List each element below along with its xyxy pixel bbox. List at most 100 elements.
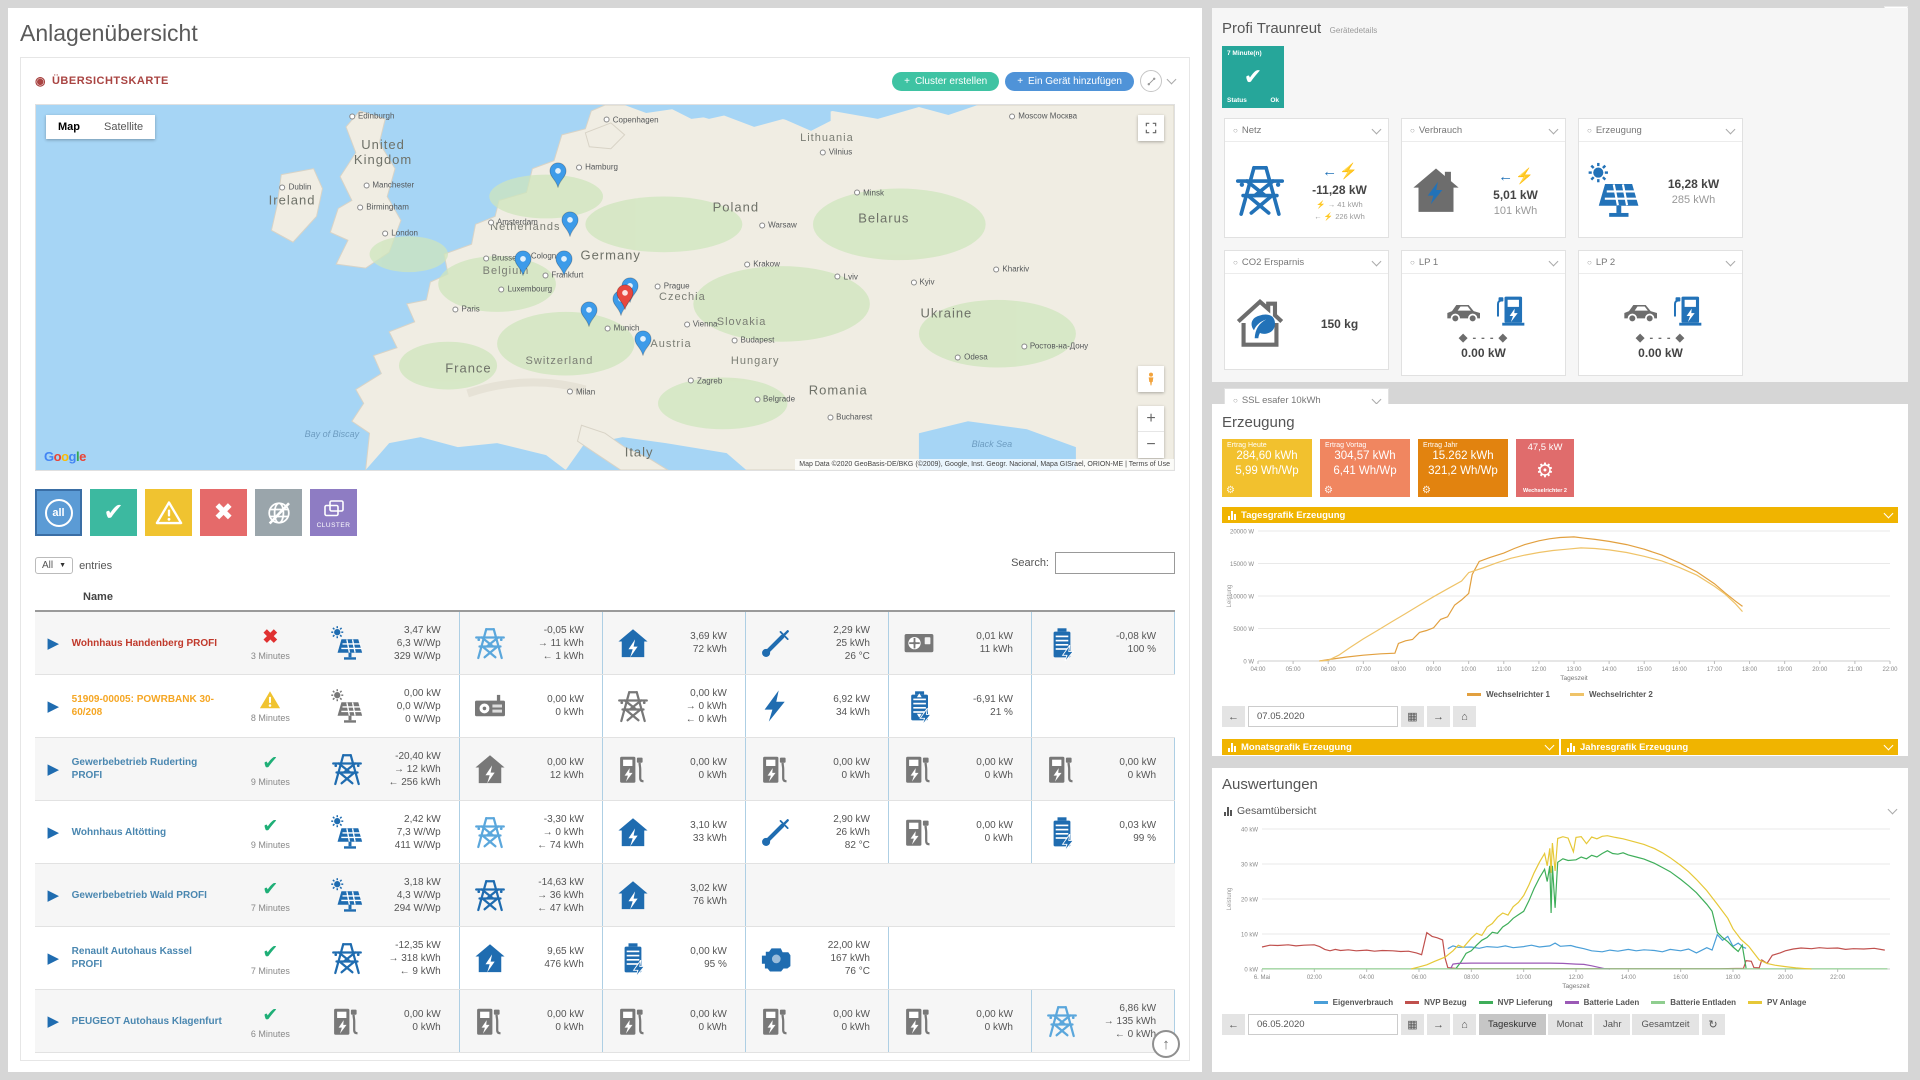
calendar-icon[interactable]: ▦ bbox=[1401, 706, 1424, 727]
pegman-button[interactable] bbox=[1138, 366, 1164, 392]
play-button[interactable]: ▶ bbox=[35, 927, 72, 989]
home-button[interactable]: ⌂ bbox=[1453, 1014, 1476, 1035]
inverter-label: Wechselrichter 2 bbox=[1523, 488, 1567, 494]
cell-value-line: 12 kWh bbox=[508, 769, 584, 782]
device-card-netz[interactable]: ○Netz← ⚡-11,28 kW⚡ → 41 kWh← ⚡ 226 kWh bbox=[1224, 118, 1389, 238]
zoom-in-button[interactable]: + bbox=[1138, 406, 1164, 432]
collapsed-graph-bar[interactable]: Monatsgrafik Erzeugung bbox=[1222, 739, 1559, 755]
device-details-panel: Profi Traunreut Gerätedetails 7 Minute(n… bbox=[1212, 8, 1908, 382]
plant-name-link[interactable]: Wohnhaus Altötting bbox=[72, 801, 224, 863]
refresh-button[interactable]: ↻ bbox=[1702, 1014, 1725, 1035]
table-row[interactable]: ▶Renault Autohaus Kassel PROFI✔7 Minutes… bbox=[35, 927, 1175, 990]
plant-name-link[interactable]: Renault Autohaus Kassel PROFI bbox=[72, 927, 224, 989]
plant-name-link[interactable]: 51909-00005: POWRBANK 30-60/208 bbox=[72, 675, 224, 737]
status-tile[interactable]: 7 Minute(n) ✔ Status Ok bbox=[1222, 46, 1284, 108]
scroll-top-button[interactable]: ↑ bbox=[1152, 1030, 1180, 1058]
play-button[interactable]: ▶ bbox=[35, 990, 72, 1052]
play-button[interactable]: ▶ bbox=[35, 864, 72, 926]
status-tile-label: Status bbox=[1227, 97, 1247, 104]
search-input[interactable] bbox=[1055, 552, 1175, 574]
device-card-co2-ersparnis[interactable]: ○CO2 Ersparnis150 kg bbox=[1224, 250, 1389, 370]
plant-name-link[interactable]: Gewerbebetrieb Ruderting PROFI bbox=[72, 738, 224, 800]
prev-day-button[interactable]: ← bbox=[1222, 1014, 1245, 1035]
view-jahr-button[interactable]: Jahr bbox=[1594, 1014, 1630, 1035]
ertrag-card[interactable]: Ertrag Vortag304,57 kWh6,41 Wh/Wp⚙ bbox=[1320, 439, 1410, 497]
gesamt-header[interactable]: Gesamtübersicht bbox=[1222, 801, 1898, 821]
create-cluster-button[interactable]: + Cluster erstellen bbox=[892, 72, 999, 91]
cell-value-line: -12,35 kW bbox=[365, 939, 441, 952]
filter-error-button[interactable]: ✖ bbox=[200, 489, 247, 536]
europe-map[interactable]: United KingdomIrelandFranceGermanyPoland… bbox=[35, 104, 1175, 471]
play-button[interactable]: ▶ bbox=[35, 738, 72, 800]
device-card-lp-1[interactable]: ○LP 1◆ - - - ◆0.00 kW bbox=[1401, 250, 1566, 376]
plant-name-link[interactable]: Wohnhaus Handenberg PROFI bbox=[72, 612, 224, 674]
play-button[interactable]: ▶ bbox=[35, 612, 72, 674]
chevron-down-icon[interactable] bbox=[1372, 394, 1382, 404]
map-button[interactable]: Map bbox=[46, 115, 92, 139]
home-button[interactable]: ⌂ bbox=[1453, 706, 1476, 727]
map-marker[interactable] bbox=[555, 250, 574, 277]
view-monat-button[interactable]: Monat bbox=[1548, 1014, 1592, 1035]
add-device-button[interactable]: + Ein Gerät hinzufügen bbox=[1005, 72, 1134, 91]
map-marker[interactable] bbox=[616, 284, 635, 311]
chart-canvas[interactable]: 0 kW10 kW20 kW30 kW40 kW6. Mai02:0004:00… bbox=[1222, 823, 1898, 991]
filter-all-button[interactable]: all bbox=[35, 489, 82, 536]
chevron-down-icon[interactable] bbox=[1167, 75, 1177, 85]
map-marker[interactable] bbox=[560, 211, 579, 238]
chevron-down-icon[interactable] bbox=[1726, 256, 1736, 266]
satellite-button[interactable]: Satellite bbox=[92, 115, 155, 139]
expand-panel-button[interactable] bbox=[1140, 70, 1162, 92]
view-tageskurve-button[interactable]: Tageskurve bbox=[1479, 1014, 1546, 1035]
date-field[interactable]: 07.05.2020 bbox=[1248, 706, 1398, 727]
device-card-lp-2[interactable]: ○LP 2◆ - - - ◆0.00 kW bbox=[1578, 250, 1743, 376]
collapsed-graph-bar[interactable]: Jahresgrafik Erzeugung bbox=[1561, 739, 1898, 755]
name-column-header[interactable]: Name bbox=[35, 591, 113, 603]
tagesgrafik-header[interactable]: Tagesgrafik Erzeugung bbox=[1222, 507, 1898, 523]
plant-name-link[interactable]: Gewerbebetrieb Wald PROFI bbox=[72, 864, 224, 926]
cell-value-line: ← 47 kWh bbox=[508, 902, 584, 915]
card-sub-value: 285 kWh bbox=[1672, 194, 1715, 206]
status-ok-icon: ✔ bbox=[262, 1004, 278, 1027]
map-marker[interactable] bbox=[633, 330, 652, 357]
filter-ok-button[interactable]: ✔ bbox=[90, 489, 137, 536]
next-day-button[interactable]: → bbox=[1427, 1014, 1450, 1035]
date-field[interactable]: 06.05.2020 bbox=[1248, 1014, 1398, 1035]
ertrag-card[interactable]: Ertrag Jahr15.262 kWh321,2 Wh/Wp⚙ bbox=[1418, 439, 1508, 497]
map-marker[interactable] bbox=[580, 301, 599, 328]
device-card-verbrauch[interactable]: ○Verbrauch← ⚡5,01 kW101 kWh bbox=[1401, 118, 1566, 238]
play-button[interactable]: ▶ bbox=[35, 675, 72, 737]
legend-swatch-icon bbox=[1570, 693, 1584, 696]
table-row[interactable]: ▶Wohnhaus Handenberg PROFI✖3 Minutes3,47… bbox=[35, 612, 1175, 675]
calendar-icon[interactable]: ▦ bbox=[1401, 1014, 1424, 1035]
device-card-erzeugung[interactable]: ○Erzeugung16,28 kW285 kWh bbox=[1578, 118, 1743, 238]
zoom-out-button[interactable]: − bbox=[1138, 432, 1164, 458]
table-row[interactable]: ▶Gewerbebetrieb Wald PROFI✔7 Minutes3,18… bbox=[35, 864, 1175, 927]
cell-value-line: 34 kWh bbox=[794, 706, 870, 719]
prev-day-button[interactable]: ← bbox=[1222, 706, 1245, 727]
cell-values: -14,63 kW→ 36 kWh← 47 kWh bbox=[508, 876, 598, 915]
chart-canvas[interactable]: 0 W5000 W10000 W15000 W20000 W04:0005:00… bbox=[1222, 525, 1898, 683]
ertrag-card[interactable]: Ertrag Heute284,60 kWh5,99 Wh/Wp⚙ bbox=[1222, 439, 1312, 497]
entries-select[interactable]: All ▼ bbox=[35, 557, 73, 574]
chevron-down-icon[interactable] bbox=[1549, 124, 1559, 134]
chevron-down-icon[interactable] bbox=[1549, 256, 1559, 266]
chevron-down-icon[interactable] bbox=[1372, 124, 1382, 134]
plant-name-link[interactable]: PEUGEOT Autohaus Klagenfurt bbox=[72, 990, 224, 1052]
map-fullscreen-button[interactable] bbox=[1138, 115, 1164, 141]
table-row[interactable]: ▶PEUGEOT Autohaus Klagenfurt✔6 Minutes0,… bbox=[35, 990, 1175, 1053]
next-day-button[interactable]: → bbox=[1427, 706, 1450, 727]
map-marker[interactable] bbox=[549, 162, 568, 189]
chevron-down-icon[interactable] bbox=[1372, 256, 1382, 266]
chevron-down-icon[interactable] bbox=[1726, 124, 1736, 134]
filter-warning-button[interactable] bbox=[145, 489, 192, 536]
filter-offline-button[interactable] bbox=[255, 489, 302, 536]
table-row[interactable]: ▶51909-00005: POWRBANK 30-60/2088 Minute… bbox=[35, 675, 1175, 738]
table-row[interactable]: ▶Wohnhaus Altötting✔9 Minutes2,42 kW7,3 … bbox=[35, 801, 1175, 864]
view-gesamtzeit-button[interactable]: Gesamtzeit bbox=[1632, 1014, 1698, 1035]
filter-cluster-button[interactable]: CLUSTER bbox=[310, 489, 357, 536]
table-row[interactable]: ▶Gewerbebetrieb Ruderting PROFI✔9 Minute… bbox=[35, 738, 1175, 801]
legend-label: Wechselrichter 2 bbox=[1589, 690, 1653, 699]
map-marker[interactable] bbox=[514, 250, 533, 277]
inverter-card[interactable]: 47,5 kW⚙Wechselrichter 2 bbox=[1516, 439, 1574, 497]
play-button[interactable]: ▶ bbox=[35, 801, 72, 863]
